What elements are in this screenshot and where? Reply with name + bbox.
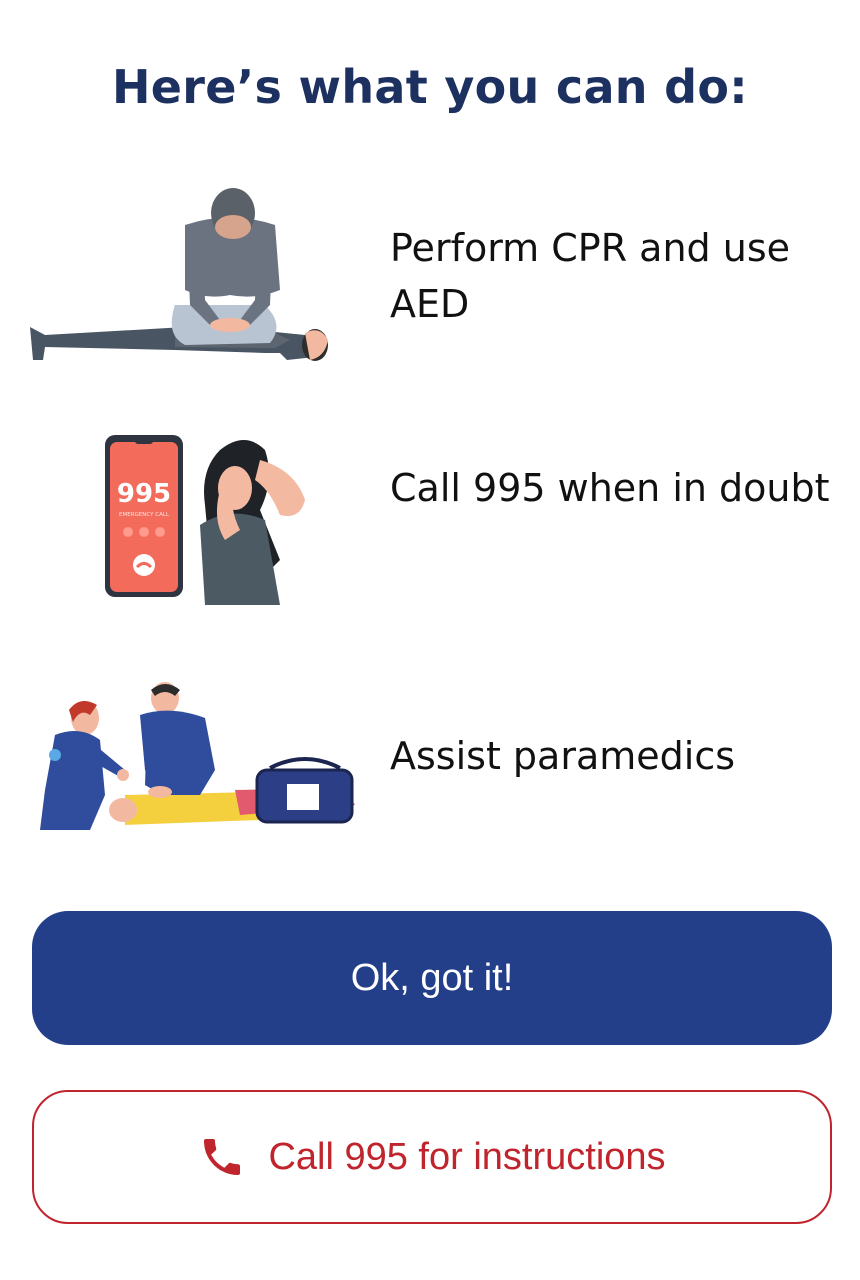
action-label-cpr: Perform CPR and use AED [390,226,791,326]
call-995-label: Call 995 for instructions [268,1135,666,1178]
ok-got-it-button[interactable]: Ok, got it! [32,911,832,1045]
action-label-paramedics: Assist paramedics [390,734,736,778]
action-item-cpr: Perform CPR and use AED [0,180,860,380]
action-item-paramedics: Assist paramedics [0,680,860,840]
phone-icon [198,1133,246,1181]
ok-got-it-label: Ok, got it! [350,956,514,999]
page-title: Here’s what you can do: [112,60,748,114]
emergency-call-illustration: 995 EMERGENCY CALL [100,430,320,614]
action-item-call: 995 EMERGENCY CALL Call 995 when in doub… [0,425,860,615]
call-995-button[interactable]: Call 995 for instructions [32,1090,832,1224]
phone-screen-caption: EMERGENCY CALL [119,512,170,518]
paramedics-illustration [25,680,370,844]
cpr-illustration [25,185,335,374]
phone-screen-number: 995 [117,479,171,509]
action-label-call: Call 995 when in doubt [390,466,830,510]
